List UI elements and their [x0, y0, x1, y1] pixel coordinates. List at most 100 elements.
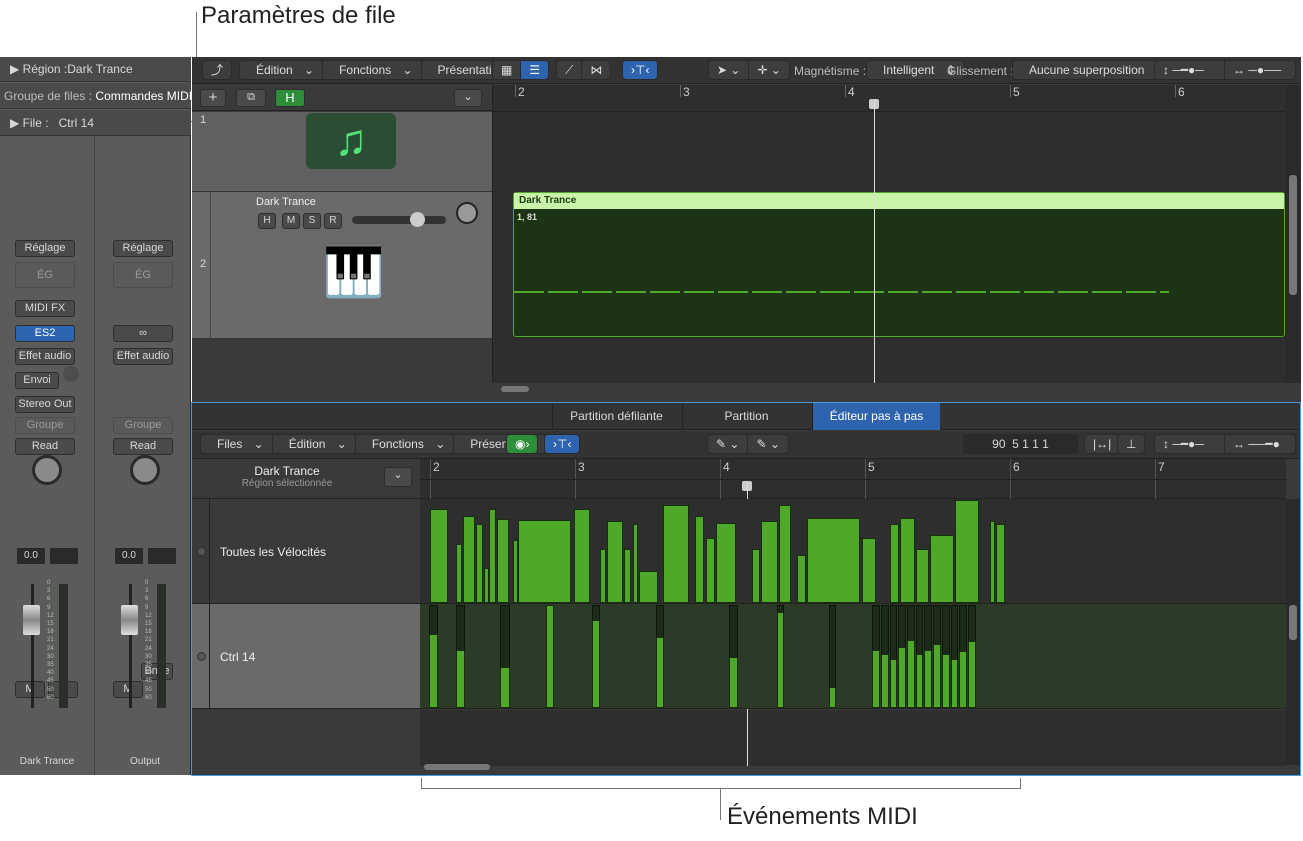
lane-toggle[interactable]	[197, 651, 206, 661]
midi-event[interactable]	[573, 508, 590, 603]
midi-event[interactable]	[828, 686, 837, 708]
midi-event[interactable]	[599, 548, 606, 603]
ruler[interactable]: 2 3 4 5 6	[493, 85, 1285, 112]
strip-setting-button[interactable]: Réglage	[113, 240, 173, 257]
track-group-row[interactable]: Groupe de files : Commandes MIDI	[0, 83, 192, 109]
menu-0[interactable]: Édition ⌄	[240, 61, 324, 79]
zoom-sliders[interactable]: ↕ ─━●─ ↔ ─●──	[1154, 60, 1296, 80]
lane-area[interactable]	[420, 499, 1286, 604]
midi-event[interactable]	[950, 659, 959, 708]
midi-event[interactable]	[959, 651, 967, 708]
catch-button[interactable]: ›⊤‹	[622, 60, 659, 80]
midi-event[interactable]	[430, 508, 448, 603]
track-r-button[interactable]: R	[324, 213, 342, 229]
midi-event[interactable]	[915, 654, 924, 708]
midi-event[interactable]	[889, 659, 898, 708]
pan-knob[interactable]	[130, 455, 160, 485]
drag-select[interactable]: Aucune superposition ⇕	[1012, 60, 1175, 80]
midi-event[interactable]	[489, 508, 496, 603]
h-scrollbar[interactable]	[424, 764, 490, 770]
fit-horizontal-icon[interactable]: |↔|	[1084, 434, 1121, 454]
strip-mute-button[interactable]: M	[15, 681, 45, 698]
v-scrollbar[interactable]	[1286, 499, 1300, 765]
midi-event[interactable]	[496, 518, 509, 603]
midi-event[interactable]	[638, 570, 659, 603]
midi-event[interactable]	[633, 524, 638, 603]
midi-event[interactable]	[760, 521, 779, 603]
midi-event[interactable]	[715, 522, 737, 603]
pencil-tool-2-icon[interactable]: ✎ ⌄	[748, 435, 787, 453]
midi-event[interactable]	[862, 538, 876, 603]
grid-icon[interactable]: ▦	[493, 61, 522, 79]
midi-event[interactable]	[456, 649, 466, 708]
pan-knob[interactable]	[32, 455, 62, 485]
strip-group-button[interactable]: Groupe	[15, 417, 75, 434]
track-m-button[interactable]: M	[282, 213, 300, 229]
playhead[interactable]	[874, 101, 875, 383]
collapse-icon[interactable]: ⌄	[454, 89, 482, 107]
strip-group-button[interactable]: Groupe	[113, 417, 173, 434]
midi-event[interactable]	[624, 549, 631, 603]
editor-menu-2[interactable]: Fonctions ⌄	[356, 435, 455, 453]
strip-midi-fx-button[interactable]: MIDI FX	[15, 300, 75, 317]
strip-automation-button[interactable]: Read	[113, 438, 173, 455]
pan-knob[interactable]	[456, 202, 478, 224]
lane-header[interactable]: Ctrl 14	[192, 604, 420, 709]
tab-0[interactable]: Partition défilante	[552, 403, 680, 430]
track-header-1[interactable]: 1 ♫	[192, 112, 492, 192]
midi-event[interactable]	[954, 500, 979, 603]
editor-ruler[interactable]: 2 3 4 5 6 7	[420, 459, 1286, 499]
midi-event[interactable]	[899, 517, 915, 603]
lane-header[interactable]: Toutes les Vélocités	[192, 499, 420, 604]
crosshair-tool-icon[interactable]: ✛ ⌄	[749, 61, 788, 79]
tab-2[interactable]: Éditeur pas à pas	[812, 403, 940, 430]
hide-button[interactable]: H	[275, 89, 305, 107]
tab-1[interactable]: Partition	[682, 403, 810, 430]
midi-event[interactable]	[872, 649, 880, 708]
add-track-button[interactable]: +	[200, 89, 226, 107]
midi-event[interactable]	[933, 643, 941, 708]
track-header-2[interactable]: 2 Dark Trance HMSR 🎹	[192, 192, 492, 339]
catch-button[interactable]: ›⊤‹	[544, 434, 581, 454]
menu-1[interactable]: Fonctions ⌄	[323, 61, 422, 79]
strip-instrument-button[interactable]: ES2	[15, 325, 75, 342]
midi-region[interactable]: Dark Trance 1, 81	[513, 192, 1285, 337]
midi-event[interactable]	[456, 543, 463, 603]
midi-event[interactable]	[907, 639, 915, 708]
midi-event[interactable]	[428, 634, 438, 708]
midi-event[interactable]	[483, 568, 489, 603]
midi-event[interactable]	[915, 548, 930, 603]
midi-event[interactable]	[499, 667, 511, 708]
strip-eq-button[interactable]: ÉG	[113, 262, 173, 288]
midi-event[interactable]	[807, 517, 860, 603]
back-button[interactable]: ⤴	[202, 60, 233, 80]
midi-event[interactable]	[941, 654, 950, 708]
track-s-button[interactable]: S	[303, 213, 321, 229]
midi-event[interactable]	[606, 521, 624, 603]
midi-event[interactable]	[476, 524, 483, 603]
midi-event[interactable]	[728, 656, 738, 708]
volume-fader[interactable]	[121, 605, 138, 635]
track-inspector-header[interactable]: ▶ File : Ctrl 14	[0, 110, 191, 136]
midi-event[interactable]	[880, 654, 889, 708]
midi-event[interactable]	[751, 548, 760, 603]
list-icon[interactable]: ☰	[521, 61, 549, 79]
region-inspector-header[interactable]: ▶ Région :Dark Trance	[0, 57, 191, 82]
midi-event[interactable]	[930, 534, 954, 603]
midi-event[interactable]	[924, 649, 933, 708]
collapse-icon[interactable]: ⌄	[384, 467, 412, 487]
midi-event[interactable]	[705, 538, 715, 603]
strip-automation-button[interactable]: Read	[15, 438, 75, 455]
duplicate-track-icon[interactable]: ⧉	[236, 89, 266, 107]
midi-event[interactable]	[512, 539, 518, 603]
midi-event[interactable]	[967, 641, 976, 708]
midi-event[interactable]	[889, 523, 899, 603]
pointer-tool-icon[interactable]: ➤ ⌄	[709, 61, 750, 79]
arrange-area[interactable]: 2 3 4 5 6 Dark Trance 1, 81	[493, 85, 1285, 392]
h-scrollbar[interactable]	[501, 386, 529, 392]
midi-event[interactable]	[592, 620, 601, 708]
strip-link-icon-icon[interactable]: ∞	[113, 325, 173, 342]
lane-toggle[interactable]	[197, 546, 206, 556]
send-knob[interactable]	[63, 366, 79, 382]
midi-event[interactable]	[546, 605, 554, 708]
